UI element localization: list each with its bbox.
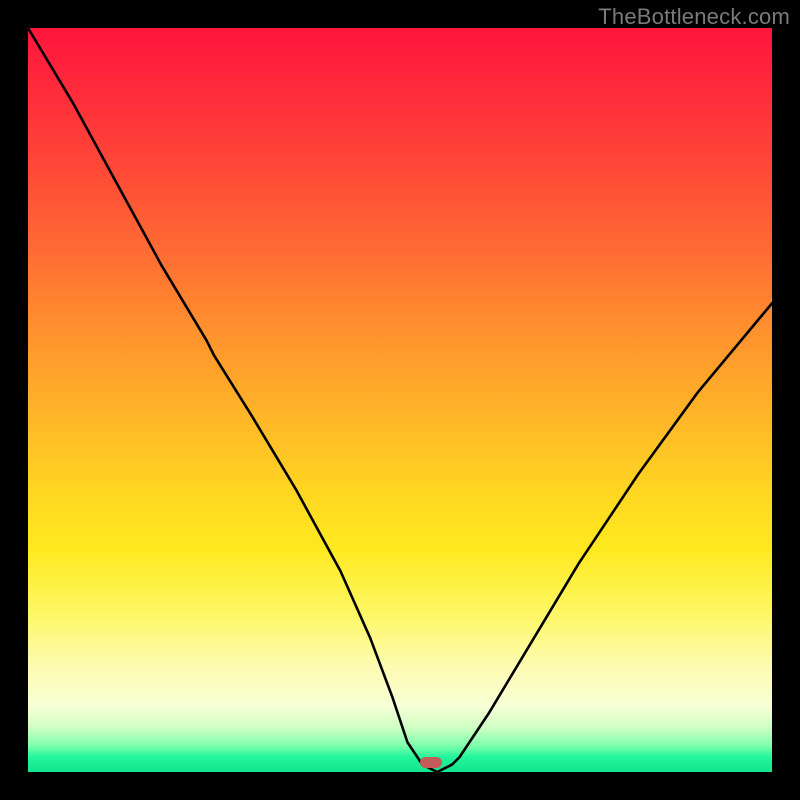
minimum-marker [420,757,442,768]
bottleneck-curve [28,28,772,772]
chart-frame: TheBottleneck.com [0,0,800,800]
plot-area [28,28,772,772]
curve-path [28,28,772,772]
watermark-label: TheBottleneck.com [598,4,790,30]
